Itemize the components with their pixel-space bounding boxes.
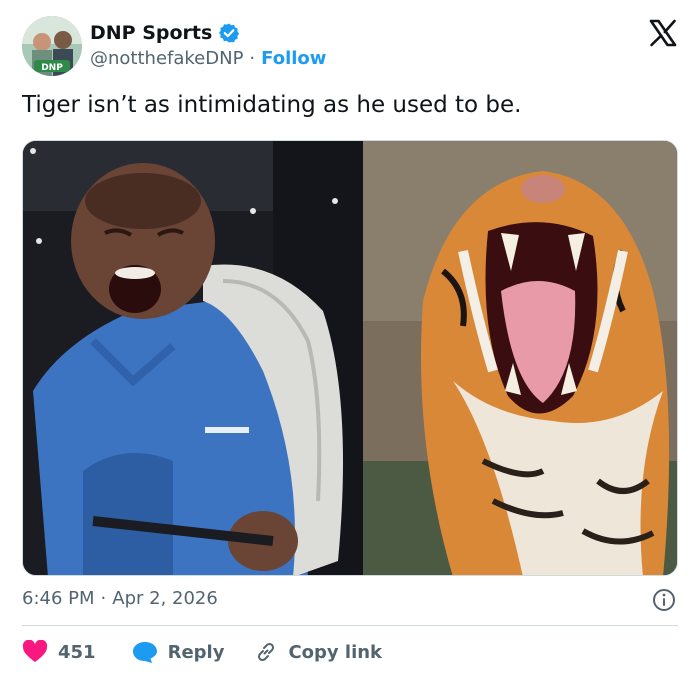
link-icon	[258, 642, 275, 662]
timestamp-separator: ·	[100, 588, 107, 609]
avatar[interactable]: DNP	[22, 16, 82, 76]
tweet-header: DNP DNP Sports @notthefakeDNP · Follow	[22, 16, 678, 78]
heart-icon	[22, 640, 48, 662]
follow-button[interactable]: Follow	[261, 48, 326, 69]
info-icon[interactable]	[652, 588, 676, 612]
tweet-actions: 451 Reply Copy link	[22, 638, 382, 666]
verified-badge-icon	[219, 23, 240, 43]
x-logo-icon[interactable]	[648, 18, 678, 48]
copy-link-label: Copy link	[288, 641, 383, 663]
handle[interactable]: @notthefakeDNP	[90, 48, 243, 69]
tweet-text: Tiger isn’t as intimidating as he used t…	[22, 92, 522, 118]
tweet-timestamp[interactable]: 6:46 PM · Apr 2, 2026	[22, 588, 218, 609]
reply-label: Reply	[167, 641, 225, 663]
like-button[interactable]: 451	[22, 640, 96, 664]
separator-dot: ·	[249, 48, 256, 69]
copy-link-button[interactable]: Copy link	[254, 640, 382, 664]
display-name[interactable]: DNP Sports	[90, 22, 212, 44]
like-count: 451	[58, 641, 96, 663]
avatar-badge-text: DNP	[41, 63, 63, 73]
name-row: DNP Sports	[90, 22, 240, 44]
reply-bubble-icon	[132, 642, 157, 663]
tweet-media-image[interactable]	[22, 140, 678, 576]
divider	[22, 625, 678, 626]
tweet-date: Apr 2, 2026	[112, 588, 218, 609]
handle-row: @notthefakeDNP · Follow	[90, 48, 326, 69]
reply-button[interactable]: Reply	[132, 640, 225, 664]
tweet-time: 6:46 PM	[22, 588, 95, 609]
